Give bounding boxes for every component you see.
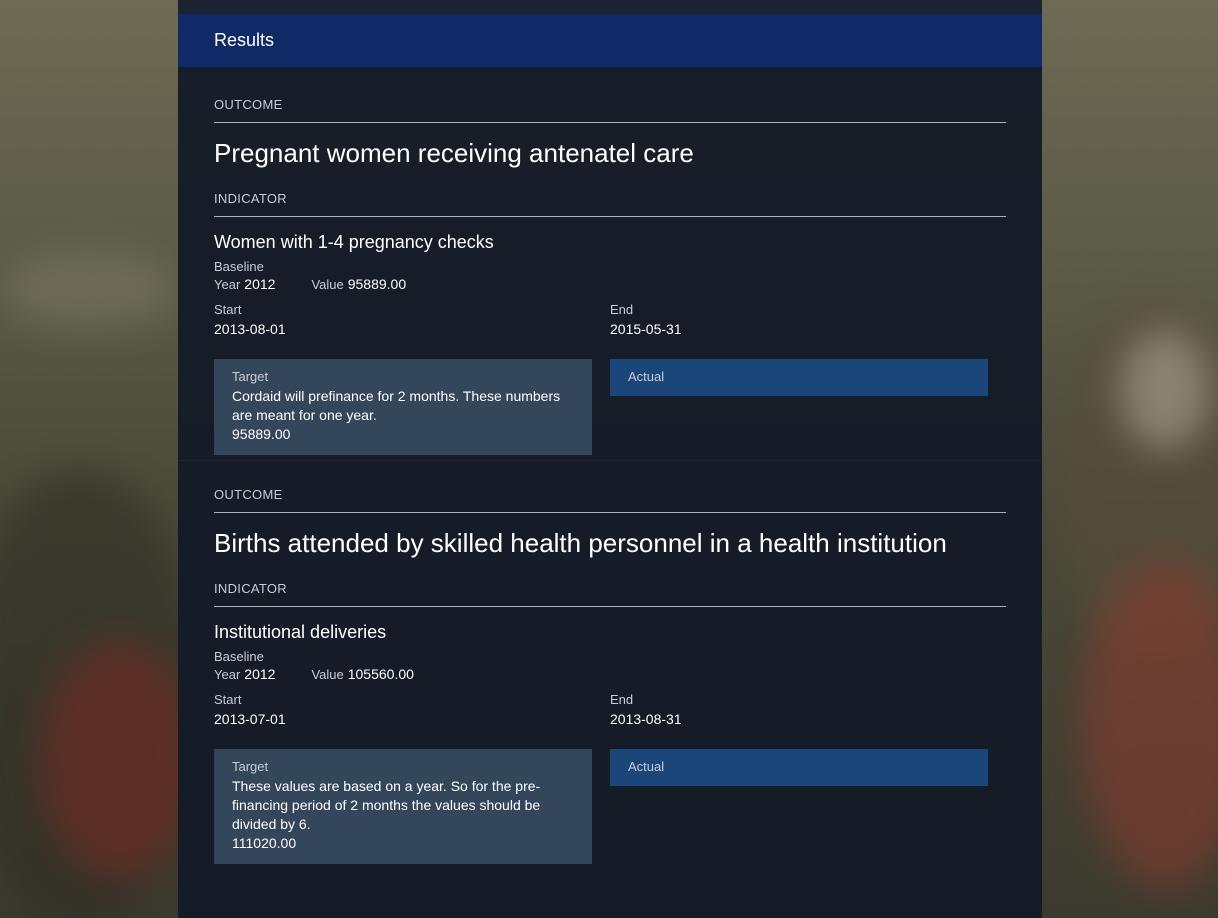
baseline-year-label: Year <box>214 667 241 682</box>
actual-box: Actual <box>610 749 988 786</box>
target-box: Target These values are based on a year.… <box>214 749 592 864</box>
actual-label: Actual <box>628 759 665 774</box>
baseline-value-label: Value <box>311 667 344 682</box>
baseline-year-value: 2012 <box>244 666 276 682</box>
results-panel: Results OUTCOME Pregnant women receiving… <box>178 0 1042 918</box>
outcome-label: OUTCOME <box>214 97 1006 123</box>
period-start: Start 2013-07-01 <box>214 692 610 729</box>
period-row: Start 2013-08-01 End 2015-05-31 <box>214 302 1006 339</box>
baseline-year-value: 2012 <box>244 276 276 292</box>
result-block: OUTCOME Pregnant women receiving antenat… <box>178 67 1042 460</box>
start-date: 2013-08-01 <box>214 321 286 337</box>
indicator-title: Women with 1-4 pregnancy checks <box>214 232 494 252</box>
background-photo-shape <box>1120 330 1210 450</box>
baseline-value: 105560.00 <box>347 666 414 682</box>
background-photo-shape <box>40 640 200 880</box>
actual-box: Actual <box>610 359 988 396</box>
period-row: Start 2013-07-01 End 2013-08-31 <box>214 692 1006 729</box>
outcome-title: Births attended by skilled health person… <box>214 528 947 558</box>
results-header: Results <box>178 14 1042 67</box>
target-value: 95889.00 <box>232 426 291 442</box>
start-date: 2013-07-01 <box>214 711 286 727</box>
baseline-row: Year 2012 Value 105560.00 <box>214 666 1006 682</box>
indicator-label: INDICATOR <box>214 191 1006 217</box>
baseline-year-label: Year <box>214 277 241 292</box>
baseline-value-label: Value <box>311 277 344 292</box>
baseline-label: Baseline <box>214 649 264 664</box>
target-label: Target <box>232 369 269 384</box>
end-date: 2013-08-31 <box>610 711 682 727</box>
target-value: 111020.00 <box>232 835 297 851</box>
start-label: Start <box>214 692 242 707</box>
baseline-label: Baseline <box>214 259 264 274</box>
indicator-title: Institutional deliveries <box>214 622 387 642</box>
target-label: Target <box>232 759 269 774</box>
result-block: OUTCOME Births attended by skilled healt… <box>178 460 1042 864</box>
start-label: Start <box>214 302 242 317</box>
target-box: Target Cordaid will prefinance for 2 mon… <box>214 359 592 455</box>
period-end: End 2015-05-31 <box>610 302 1006 339</box>
target-comment: These values are based on a year. So for… <box>232 778 541 832</box>
period-end: End 2013-08-31 <box>610 692 1006 729</box>
top-strip <box>178 0 1042 14</box>
outcome-title: Pregnant women receiving antenatel care <box>214 138 694 168</box>
indicator-label: INDICATOR <box>214 581 1006 607</box>
target-comment: Cordaid will prefinance for 2 months. Th… <box>232 388 561 423</box>
target-actual-row: Target Cordaid will prefinance for 2 mon… <box>214 359 1006 455</box>
results-title: Results <box>214 30 275 50</box>
period-start: Start 2013-08-01 <box>214 302 610 339</box>
background-photo-shape <box>0 250 180 330</box>
actual-label: Actual <box>628 369 665 384</box>
end-label: End <box>610 302 634 317</box>
end-date: 2015-05-31 <box>610 321 682 337</box>
target-actual-row: Target These values are based on a year.… <box>214 749 1006 864</box>
baseline-value: 95889.00 <box>347 276 407 292</box>
baseline-row: Year 2012 Value 95889.00 <box>214 276 1006 292</box>
outcome-label: OUTCOME <box>214 487 1006 513</box>
end-label: End <box>610 692 634 707</box>
